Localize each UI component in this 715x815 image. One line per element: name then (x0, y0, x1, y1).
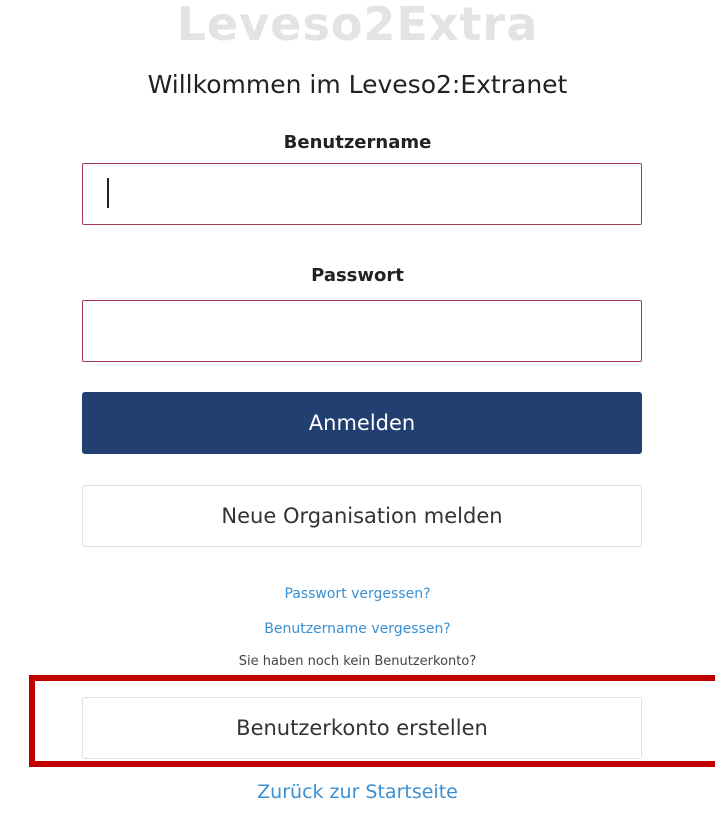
back-to-home-link[interactable]: Zurück zur Startseite (0, 779, 715, 805)
create-account-button[interactable]: Benutzerkonto erstellen (82, 697, 642, 759)
login-button-label: Anmelden (308, 411, 416, 435)
forgot-password-link[interactable]: Passwort vergessen? (0, 584, 715, 604)
login-button[interactable]: Anmelden (82, 392, 642, 454)
forgot-username-link[interactable]: Benutzername vergessen? (0, 619, 715, 639)
new-organisation-button-label: Neue Organisation melden (221, 504, 503, 528)
create-account-button-label: Benutzerkonto erstellen (236, 716, 488, 740)
username-input[interactable] (82, 163, 642, 225)
password-input[interactable] (82, 300, 642, 362)
no-account-note: Sie haben noch kein Benutzerkonto? (238, 654, 477, 669)
page-title: Willkommen im Leveso2:Extranet (147, 70, 568, 99)
password-label: Passwort (311, 265, 404, 286)
text-caret (107, 178, 109, 208)
brand-logo-text: Leveso2Extra (176, 0, 539, 51)
username-label: Benutzername (283, 132, 432, 153)
new-organisation-button[interactable]: Neue Organisation melden (82, 485, 642, 547)
